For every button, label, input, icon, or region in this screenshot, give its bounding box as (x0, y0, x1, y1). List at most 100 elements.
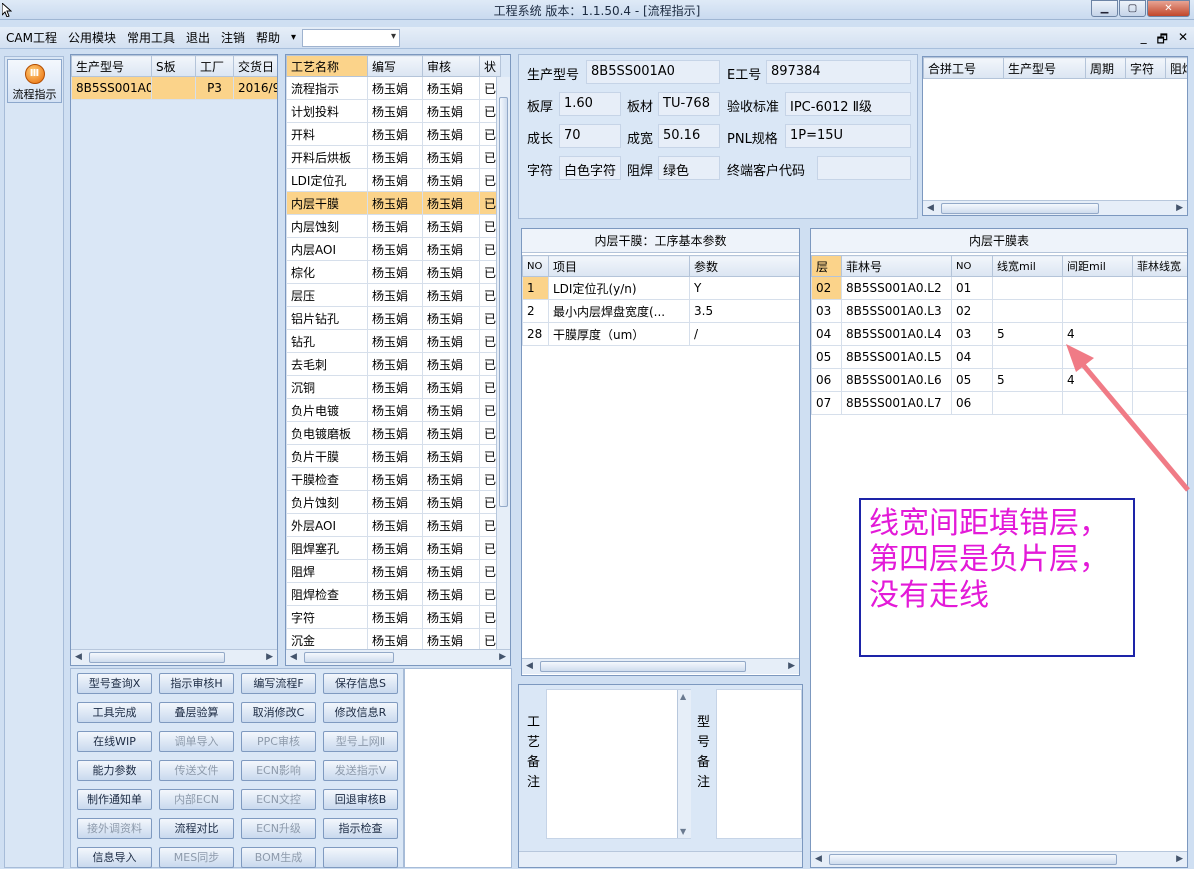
col-header[interactable]: 状 (479, 55, 501, 77)
table-row[interactable]: 层压 杨玉娟 杨玉娟已 (286, 283, 501, 307)
product-grid-hscroll[interactable]: ◀ ▶ (71, 649, 277, 665)
scroll-right-icon[interactable]: ▶ (788, 661, 795, 671)
close-icon[interactable]: ✕ (1147, 0, 1190, 17)
scroll-right-icon[interactable]: ▶ (1176, 854, 1183, 864)
film-hscroll[interactable]: ◀ ▶ (811, 851, 1187, 867)
action-button[interactable]: 型号上网Ⅱ (323, 731, 398, 752)
model-field[interactable]: 8B5SS001A0 (586, 60, 720, 84)
col-header[interactable]: 交货日 (233, 55, 277, 77)
action-button[interactable]: 型号查询X (77, 673, 152, 694)
col-header[interactable]: 工厂 (195, 55, 234, 77)
minimize-icon[interactable]: ▁ (1091, 0, 1118, 17)
action-button[interactable]: ECN影响 (241, 760, 316, 781)
col-header[interactable]: 合拼工号 (923, 57, 1004, 79)
menu-public-module[interactable]: 公用模块 (68, 29, 116, 46)
col-header[interactable]: S板 (151, 55, 196, 77)
menu-help[interactable]: 帮助 (256, 29, 280, 46)
menu-common-tools[interactable]: 常用工具 (127, 29, 175, 46)
col-header[interactable]: 周期 (1085, 57, 1126, 79)
table-row[interactable]: 钻孔 杨玉娟 杨玉娟已 (286, 329, 501, 353)
scroll-thumb[interactable] (304, 652, 394, 663)
process-remark-field[interactable]: ▲ ▼ (546, 689, 691, 839)
remarks-hscroll[interactable] (519, 851, 802, 867)
action-button[interactable]: ECN升级 (241, 818, 316, 839)
scroll-thumb[interactable] (941, 203, 1099, 214)
action-button[interactable]: 接外调资料 (77, 818, 152, 839)
col-header[interactable]: 间距mil (1062, 255, 1133, 277)
menu-cam[interactable]: CAM工程 (6, 29, 57, 46)
table-row[interactable]: 02 8B5SS001A0.L2 01 (811, 276, 1187, 300)
scroll-thumb[interactable] (540, 661, 746, 672)
table-row[interactable]: 1 LDI定位孔(y/n) Y (522, 276, 799, 300)
merge-grid-hscroll[interactable]: ◀ ▶ (923, 200, 1187, 215)
params-hscroll[interactable]: ◀ ▶ (522, 658, 799, 674)
col-header[interactable]: NO (522, 255, 549, 277)
maximize-icon[interactable]: ▢ (1119, 0, 1146, 17)
action-button[interactable]: 指示检查 (323, 818, 398, 839)
action-button[interactable]: BOM生成 (241, 847, 316, 868)
flow-indication-button[interactable]: Ⅲ 流程指示 (7, 59, 62, 103)
table-row[interactable]: 外层AOI 杨玉娟 杨玉娟已 (286, 513, 501, 537)
col-header[interactable]: 生产型号 (71, 55, 152, 77)
menu-exit[interactable]: 退出 (186, 29, 210, 46)
eno-field[interactable]: 897384 (766, 60, 911, 84)
action-button[interactable]: 在线WIP (77, 731, 152, 752)
menu-logout[interactable]: 注销 (221, 29, 245, 46)
table-row[interactable]: 阻焊塞孔 杨玉娟 杨玉娟已 (286, 536, 501, 560)
chevron-down-icon[interactable]: ▾ (291, 32, 296, 43)
action-button[interactable]: 传送文件 (159, 760, 234, 781)
table-row[interactable]: 负片干膜 杨玉娟 杨玉娟已 (286, 444, 501, 468)
col-header[interactable]: 审核 (422, 55, 480, 77)
standard-field[interactable]: IPC-6012 Ⅱ级 (785, 92, 911, 116)
model-remark-field[interactable] (716, 689, 802, 839)
action-button[interactable]: 信息导入 (77, 847, 152, 868)
col-header[interactable]: 字符 (1125, 57, 1166, 79)
table-row[interactable]: 阻焊检查 杨玉娟 杨玉娟已 (286, 582, 501, 606)
table-row[interactable]: 负片蚀刻 杨玉娟 杨玉娟已 (286, 490, 501, 514)
scroll-left-icon[interactable]: ◀ (526, 661, 533, 671)
mdi-restore-icon[interactable]: 🗗 (1157, 30, 1168, 51)
col-header[interactable]: 参数 (689, 255, 799, 277)
table-row[interactable]: 干膜检查 杨玉娟 杨玉娟已 (286, 467, 501, 491)
action-button[interactable]: 内部ECN (159, 789, 234, 810)
toolbar-combo[interactable] (302, 28, 401, 47)
table-row[interactable]: 沉铜 杨玉娟 杨玉娟已 (286, 375, 501, 399)
action-button[interactable]: PPC审核 (241, 731, 316, 752)
action-button[interactable]: 指示审核H (159, 673, 234, 694)
action-button[interactable]: 保存信息S (323, 673, 398, 694)
col-header[interactable]: 菲林号 (841, 255, 952, 277)
table-row[interactable]: 负片电镀 杨玉娟 杨玉娟已 (286, 398, 501, 422)
table-row[interactable]: 开料后烘板 杨玉娟 杨玉娟已 (286, 145, 501, 169)
mdi-minimize-icon[interactable]: _ (1141, 30, 1147, 51)
table-row[interactable]: 开料 杨玉娟 杨玉娟已 (286, 122, 501, 146)
material-field[interactable]: TU-768 (658, 92, 720, 116)
scroll-thumb[interactable] (829, 854, 1117, 865)
table-row[interactable]: 03 8B5SS001A0.L3 02 (811, 299, 1187, 323)
table-row[interactable]: 28 干膜厚度（um） / (522, 322, 799, 346)
scroll-right-icon[interactable]: ▶ (266, 652, 273, 662)
table-row[interactable]: 流程指示 杨玉娟 杨玉娟已 (286, 76, 501, 100)
remark-vscroll[interactable]: ▲ ▼ (677, 690, 691, 838)
table-row[interactable]: 2 最小内层焊盘宽度(... 3.5 (522, 299, 799, 323)
scroll-left-icon[interactable]: ◀ (927, 203, 934, 213)
action-button[interactable]: 修改信息R (323, 702, 398, 723)
pnl-field[interactable]: 1P=15U (785, 124, 911, 148)
action-button[interactable]: ECN文控 (241, 789, 316, 810)
table-row[interactable]: 字符 杨玉娟 杨玉娟已 (286, 605, 501, 629)
scroll-left-icon[interactable]: ◀ (815, 854, 822, 864)
col-header[interactable]: 阻焊 (1165, 57, 1187, 79)
action-button[interactable]: 工具完成 (77, 702, 152, 723)
process-grid-hscroll[interactable]: ◀ ▶ (286, 649, 510, 665)
table-row[interactable]: 负电镀磨板 杨玉娟 杨玉娟已 (286, 421, 501, 445)
table-row[interactable]: 内层蚀刻 杨玉娟 杨玉娟已 (286, 214, 501, 238)
col-header[interactable]: 项目 (548, 255, 690, 277)
table-row[interactable]: 去毛刺 杨玉娟 杨玉娟已 (286, 352, 501, 376)
action-button[interactable] (323, 847, 398, 868)
table-row[interactable]: 阻焊 杨玉娟 杨玉娟已 (286, 559, 501, 583)
action-button[interactable]: 编写流程F (241, 673, 316, 694)
mdi-close-icon[interactable]: ✕ (1178, 30, 1188, 51)
action-button[interactable]: 制作通知单 (77, 789, 152, 810)
table-row[interactable]: 内层AOI 杨玉娟 杨玉娟已 (286, 237, 501, 261)
scroll-right-icon[interactable]: ▶ (1176, 203, 1183, 213)
table-row[interactable]: 8B5SS001A0 P3 2016/9 (71, 76, 277, 100)
